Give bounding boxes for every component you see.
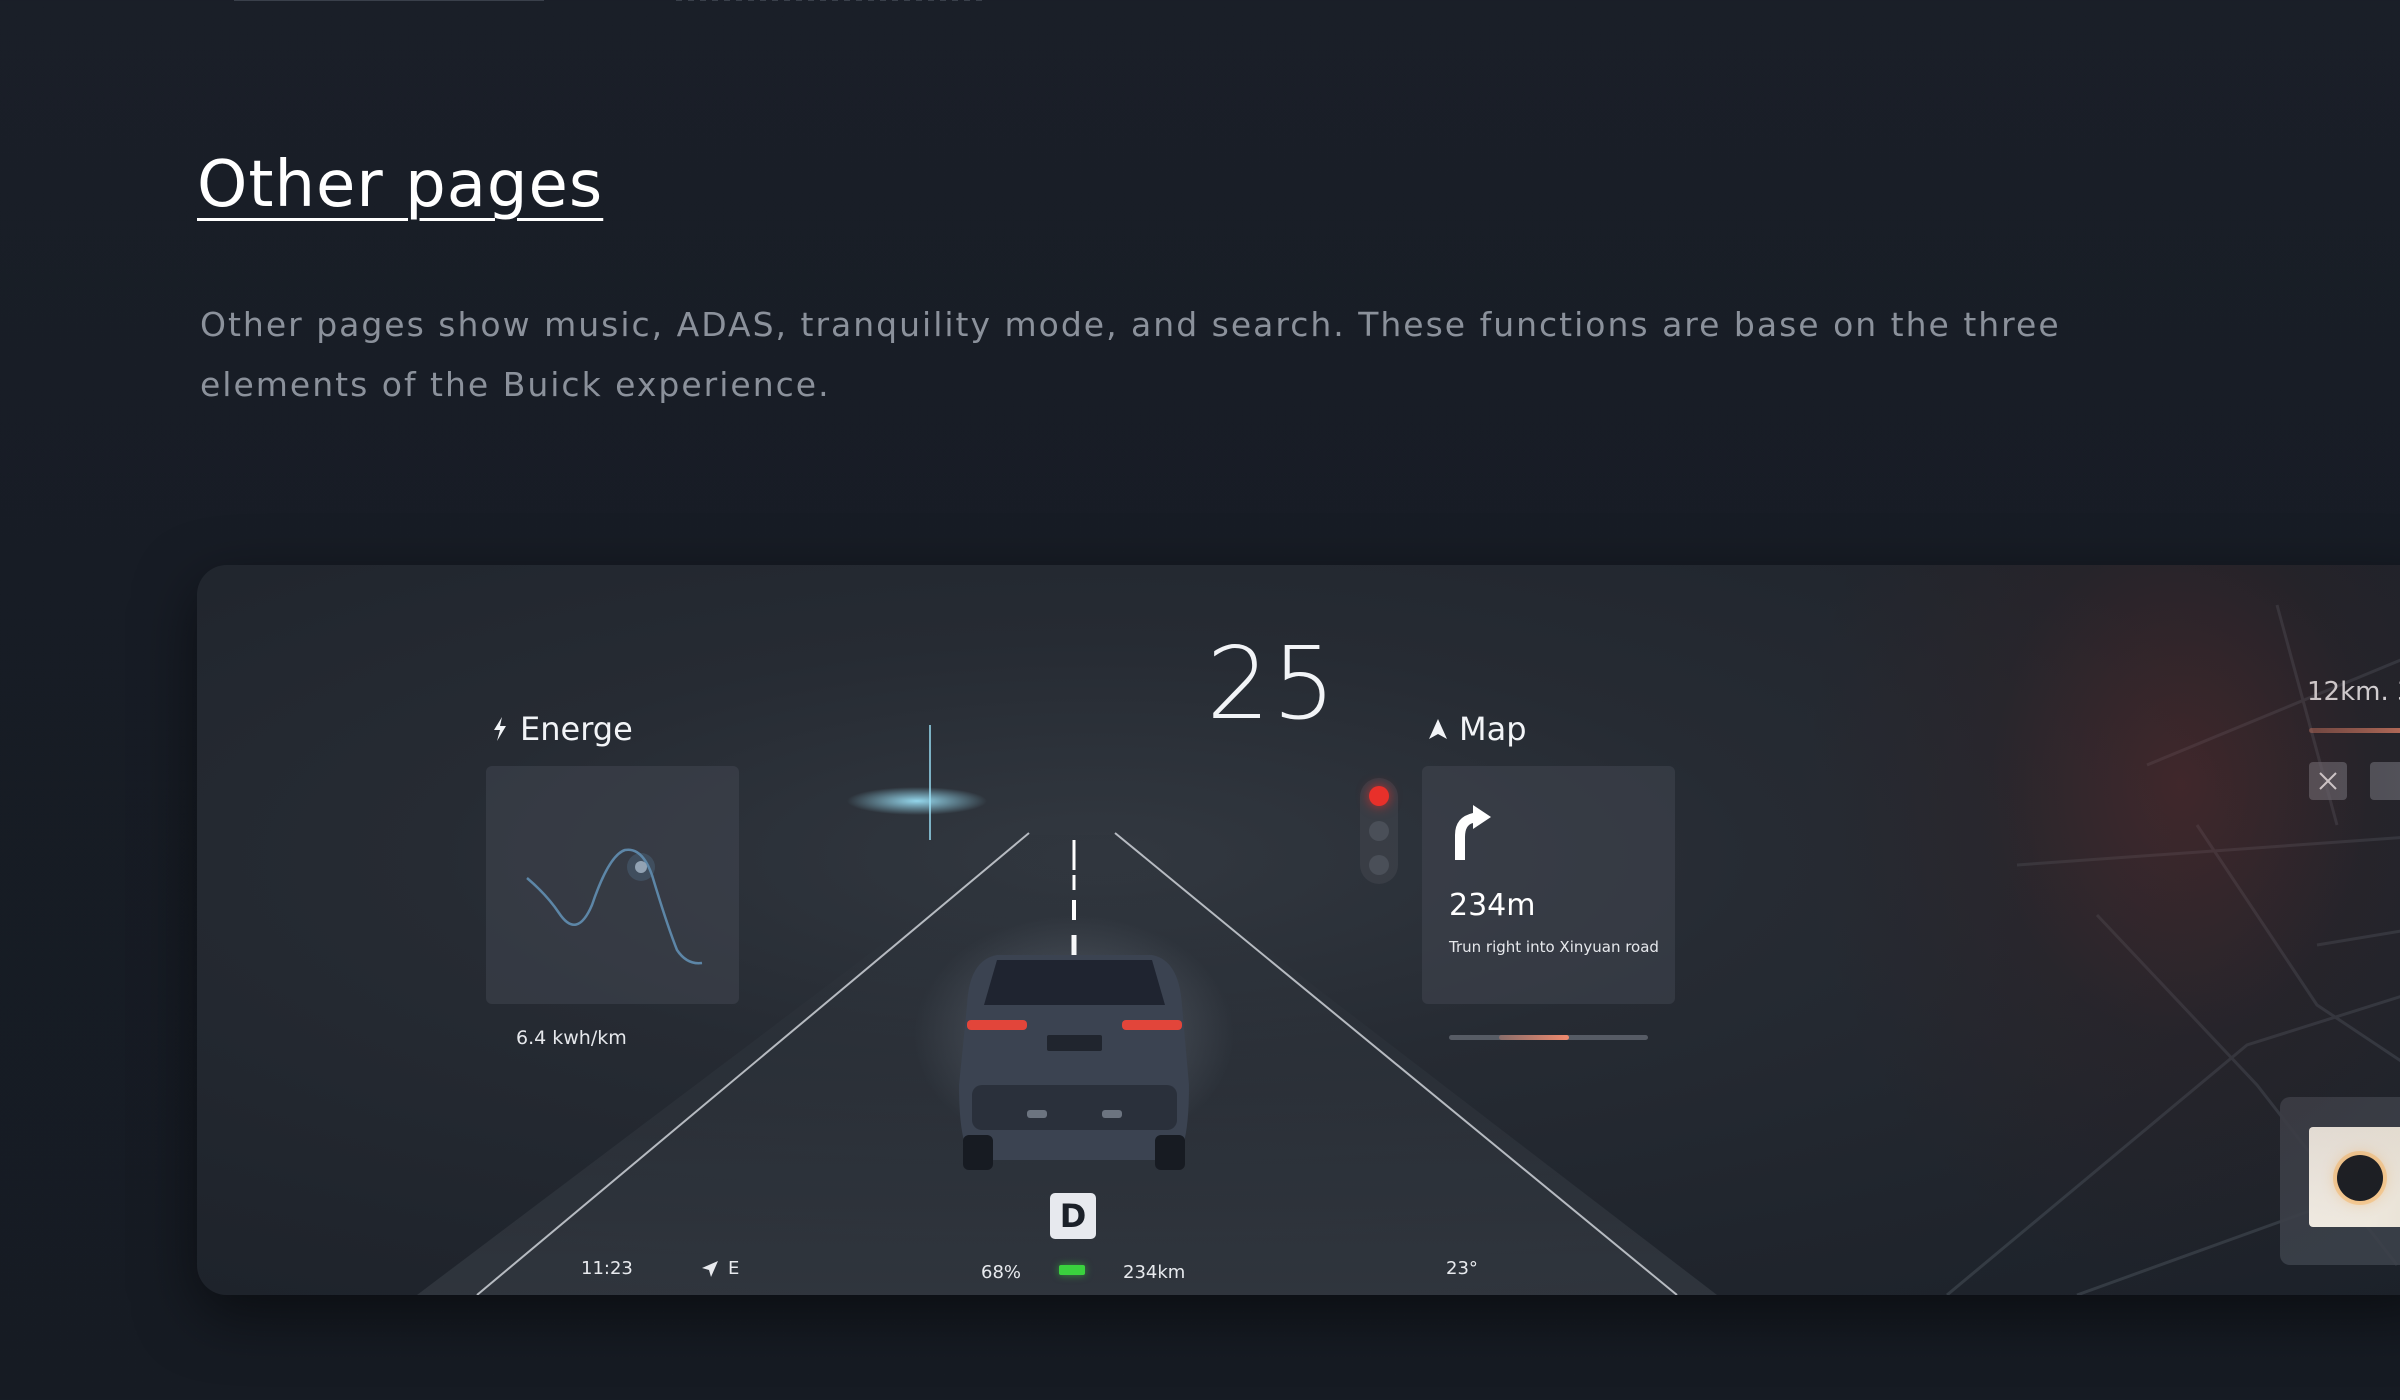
heading-value: E	[728, 1258, 740, 1279]
turn-right-icon	[1455, 805, 1491, 860]
instrument-cluster: 25 Energe 6.4 kwh/km Map 234m Trun right…	[197, 565, 2400, 1295]
energy-label: Energe	[520, 710, 633, 748]
nav-progress-bar	[1449, 1035, 1648, 1040]
traffic-light	[1360, 778, 1398, 884]
map-header: Map	[1429, 710, 1527, 748]
energy-card[interactable]	[486, 766, 739, 1004]
traffic-light-green	[1369, 855, 1389, 875]
navigation-arrow-icon	[1429, 719, 1447, 739]
close-route-button[interactable]	[2309, 762, 2347, 800]
page-description: Other pages show music, ADAS, tranquilit…	[200, 305, 2061, 404]
turn-distance: 234m	[1449, 888, 1536, 923]
range-remaining: 234km	[1123, 1262, 1186, 1283]
turn-instruction: Trun right into Xinyuan road	[1449, 938, 1659, 956]
album-disc-icon	[2337, 1155, 2383, 1201]
battery-level-bar	[1059, 1265, 1085, 1275]
outside-temperature: 23°	[1446, 1258, 1478, 1279]
route-options-button[interactable]	[2370, 762, 2400, 800]
car-icon	[959, 955, 1189, 1170]
clock: 11:23	[581, 1258, 633, 1279]
top-divider-dashed	[676, 0, 986, 1]
top-divider	[234, 0, 544, 1]
route-eta: 12km. 3	[2307, 677, 2400, 707]
close-icon	[2319, 772, 2337, 790]
heading-indicator: E	[702, 1258, 739, 1279]
traffic-light-yellow	[1369, 821, 1389, 841]
traffic-light-red	[1369, 786, 1389, 806]
gear-indicator: D	[1050, 1193, 1096, 1239]
energy-value: 6.4 kwh/km	[516, 1027, 627, 1049]
page-title: Other pages	[197, 148, 604, 222]
route-progress-bar	[2309, 728, 2400, 733]
bolt-icon	[494, 717, 506, 741]
nav-progress-fill	[1499, 1035, 1569, 1040]
compass-arrow-icon	[702, 1260, 718, 1277]
map-label: Map	[1459, 710, 1527, 748]
energy-header: Energe	[492, 710, 633, 748]
battery-percent: 68%	[981, 1262, 1022, 1283]
